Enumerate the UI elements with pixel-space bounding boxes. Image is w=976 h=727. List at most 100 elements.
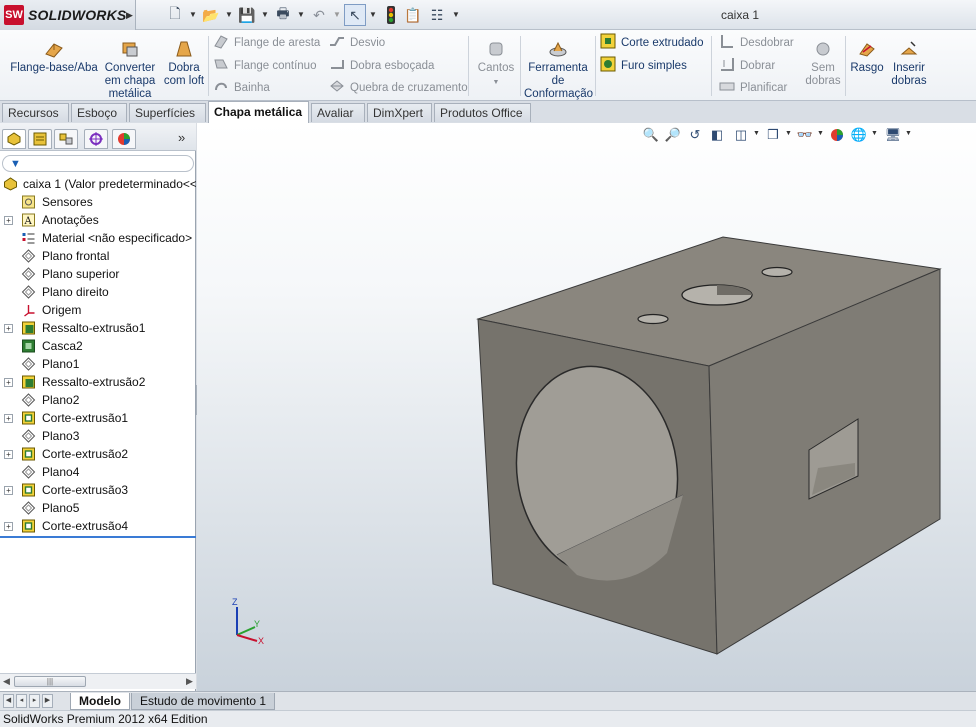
tree-item-label: Corte-extrusão4	[42, 519, 129, 533]
hem-button[interactable]: Bainha	[213, 78, 270, 98]
tab-dimxpert[interactable]: DimXpert	[367, 103, 432, 122]
open-folder-icon[interactable]: 📂	[200, 4, 222, 26]
tree-item[interactable]: Plano2	[0, 391, 196, 409]
tree-item[interactable]: Sensores	[0, 193, 196, 211]
tree-item-label: Plano frontal	[42, 249, 110, 263]
tree-item[interactable]: Plano direito	[0, 283, 196, 301]
new-dropdown-icon[interactable]: ▼	[189, 10, 197, 19]
print-dropdown-icon[interactable]: ▼	[297, 10, 305, 19]
material-icon	[22, 233, 35, 244]
flatten-button[interactable]: Planificar	[719, 78, 787, 98]
print-icon[interactable]: 🖶	[272, 4, 294, 26]
tab-evaluate[interactable]: Avaliar	[311, 103, 365, 122]
extruded-cut-button[interactable]: Corte extrudado	[600, 33, 703, 53]
tree-item[interactable]: + Corte-extrusão2	[0, 445, 196, 463]
expand-toggle-icon[interactable]: +	[4, 522, 13, 531]
unfold-button[interactable]: Desdobrar	[719, 33, 794, 53]
graphics-area[interactable]: 🔍 🔎 ↺ ◧ ◫ ▼ ❒ ▼ 👓 ▼ 🌐 ▼ 🖥 ▼ Z Y X	[197, 123, 976, 691]
save-dropdown-icon[interactable]: ▼	[261, 10, 269, 19]
tree-item[interactable]: + Ressalto-extrusão2	[0, 373, 196, 391]
tab-surfaces[interactable]: Superfícies	[129, 103, 206, 122]
tab-sheet-metal[interactable]: Chapa metálica	[208, 101, 309, 123]
scroll-right-arrow-icon[interactable]: ▶	[186, 676, 193, 687]
no-bends-button[interactable]: Sem dobras	[803, 38, 843, 88]
edge-flange-button[interactable]: Flange de aresta	[213, 33, 320, 53]
options-dropdown-icon[interactable]: ▼	[452, 10, 460, 19]
tree-item[interactable]: Plano5	[0, 499, 196, 517]
miter-flange-button[interactable]: Flange contínuo	[213, 56, 316, 76]
insert-bends-button[interactable]: Inserir dobras	[888, 38, 930, 88]
expand-toggle-icon[interactable]: +	[4, 486, 13, 495]
options-icon[interactable]: ☷	[426, 4, 448, 26]
tree-item[interactable]: + Ressalto-extrusão1	[0, 319, 196, 337]
tree-item[interactable]: Plano4	[0, 463, 196, 481]
tree-item[interactable]: + Corte-extrusão1	[0, 409, 196, 427]
tree-filter-input[interactable]: ▼	[2, 155, 194, 172]
flange-base-button[interactable]: Flange-base/Aba	[10, 38, 98, 75]
insert-bends-label-1: Inserir	[893, 62, 925, 74]
first-tab-nav-icon[interactable]: ◀	[3, 694, 14, 708]
open-dropdown-icon[interactable]: ▼	[225, 10, 233, 19]
property-manager-tab[interactable]	[28, 129, 52, 149]
rollback-bar[interactable]	[0, 536, 196, 538]
menu-expand-icon[interactable]: ▶	[126, 10, 133, 21]
tree-item[interactable]: Material <não especificado>	[0, 229, 196, 247]
tree-item[interactable]: Origem	[0, 301, 196, 319]
more-tabs-chevron-icon[interactable]: »	[178, 130, 185, 145]
undo-dropdown-icon[interactable]: ▼	[333, 10, 341, 19]
expand-toggle-icon[interactable]: +	[4, 216, 13, 225]
select-arrow-icon[interactable]: ↖	[344, 4, 366, 26]
rip-button[interactable]: Rasgo	[848, 38, 886, 75]
fold-button[interactable]: Dobrar	[719, 56, 775, 76]
new-document-icon[interactable]: 🗋	[164, 4, 186, 26]
cut-extrude-icon	[22, 447, 35, 461]
app-brand: SOLIDWORKS	[28, 7, 127, 23]
display-manager-tab[interactable]	[112, 129, 136, 149]
scroll-left-arrow-icon[interactable]: ◀	[3, 676, 10, 687]
file-properties-icon[interactable]: 📋	[402, 4, 424, 26]
tree-item[interactable]: + Corte-extrusão4	[0, 517, 196, 535]
tab-sketch[interactable]: Esboço	[71, 103, 127, 122]
solidworks-menu-button[interactable]: SW SOLIDWORKS ▶	[0, 0, 136, 30]
tree-root-part[interactable]: caixa 1 (Valor predeterminado<<	[0, 175, 196, 193]
tab-motion-study[interactable]: Estudo de movimento 1	[131, 693, 276, 710]
rebuild-traffic-light-icon[interactable]	[380, 4, 402, 26]
corners-dropdown-icon[interactable]: ▼	[493, 79, 500, 86]
undo-icon[interactable]: ↶	[308, 4, 330, 26]
save-icon[interactable]: 💾	[236, 4, 258, 26]
simple-hole-button[interactable]: Furo simples	[600, 56, 687, 76]
expand-toggle-icon[interactable]: +	[4, 378, 13, 387]
jog-button[interactable]: Desvio	[329, 33, 385, 53]
expand-toggle-icon[interactable]: +	[4, 414, 13, 423]
tree-item[interactable]: Plano3	[0, 427, 196, 445]
tree-item[interactable]: + A Anotações	[0, 211, 196, 229]
origin-icon	[24, 305, 35, 317]
lofted-bend-button[interactable]: Dobra com loft	[161, 38, 207, 88]
tab-office-products[interactable]: Produtos Office	[434, 103, 531, 122]
cross-break-button[interactable]: Quebra de cruzamento	[329, 78, 468, 98]
hem-label: Bainha	[234, 82, 270, 94]
sketched-bend-button[interactable]: Dobra esboçada	[329, 56, 434, 76]
corners-button[interactable]: Cantos ▼	[475, 38, 517, 89]
last-tab-nav-icon[interactable]: ▶	[42, 694, 53, 708]
expand-toggle-icon[interactable]: +	[4, 324, 13, 333]
scrollbar-thumb[interactable]: |||	[14, 676, 86, 687]
tab-model[interactable]: Modelo	[70, 693, 130, 710]
tree-item[interactable]: Casca2	[0, 337, 196, 355]
feature-manager-tab[interactable]	[2, 129, 26, 149]
tree-item[interactable]: Plano1	[0, 355, 196, 373]
dimxpert-manager-tab[interactable]	[84, 129, 108, 149]
select-dropdown-icon[interactable]: ▼	[369, 10, 377, 19]
configuration-manager-tab[interactable]	[54, 129, 78, 149]
horizontal-scrollbar[interactable]: ◀ ||| ▶	[0, 673, 196, 689]
prev-tab-nav-icon[interactable]: ◂	[16, 694, 27, 708]
tree-item[interactable]: Plano frontal	[0, 247, 196, 265]
next-tab-nav-icon[interactable]: ▸	[29, 694, 40, 708]
convert-sheet-metal-button[interactable]: Converter em chapa metálica	[101, 38, 159, 101]
tree-item[interactable]: + Corte-extrusão3	[0, 481, 196, 499]
box-model-3d[interactable]	[197, 123, 976, 691]
forming-tool-button[interactable]: Ferramenta de Conformação	[524, 38, 593, 101]
tab-features[interactable]: Recursos	[2, 103, 69, 122]
expand-toggle-icon[interactable]: +	[4, 450, 13, 459]
tree-item[interactable]: Plano superior	[0, 265, 196, 283]
